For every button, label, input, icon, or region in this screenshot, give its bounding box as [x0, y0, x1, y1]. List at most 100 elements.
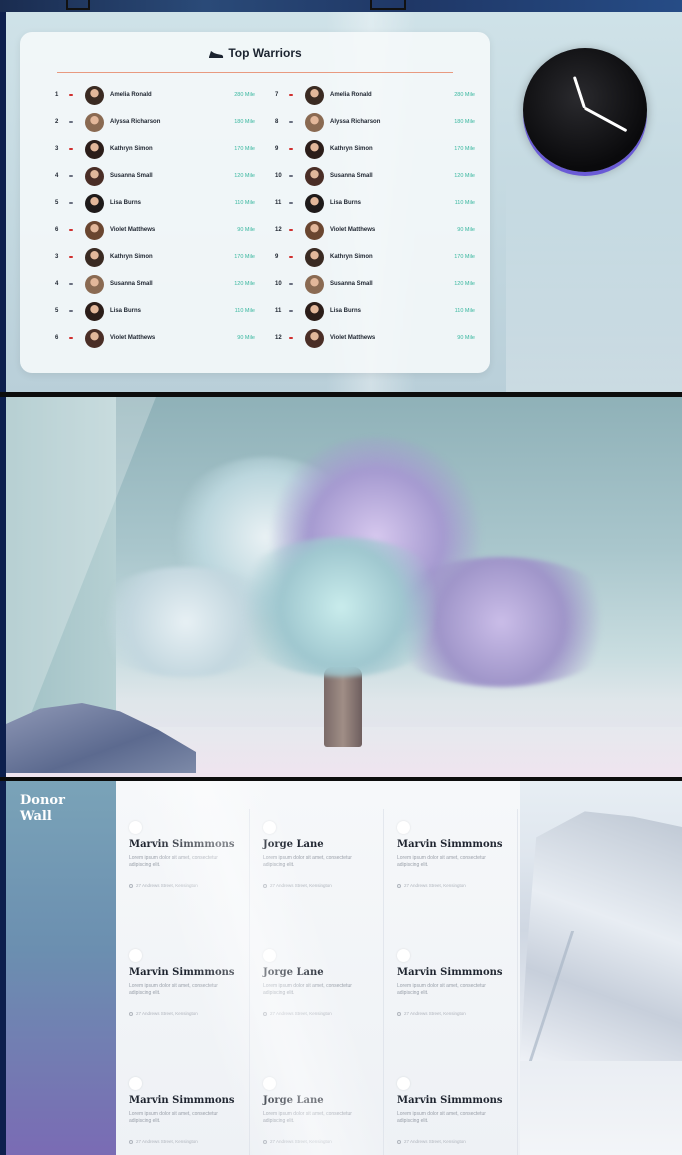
trend-icon: [69, 94, 73, 96]
trend-icon: [69, 337, 73, 339]
trend-icon: [69, 229, 73, 231]
warrior-name: Violet Matthews: [110, 335, 156, 341]
warrior-miles: 170 Mile: [234, 146, 255, 152]
warrior-name: Kathryn Simon: [110, 146, 153, 152]
donor-name: Marvin Simmmons: [129, 1095, 235, 1106]
warrior-miles: 90 Mile: [457, 227, 475, 233]
donor-address-text: 27 Andrews Street, Kensington: [404, 883, 466, 888]
warrior-miles: 90 Mile: [457, 335, 475, 341]
avatar: [85, 85, 104, 105]
rank-number: 10: [275, 173, 282, 179]
rank-number: 12: [275, 227, 282, 233]
donor-description: Lorem ipsum dolor sit amet, consectetur …: [129, 1111, 218, 1124]
trend-icon: [69, 202, 73, 204]
warrior-miles: 110 Mile: [234, 200, 255, 206]
donor-card: Marvin Simmmons Lorem ipsum dolor sit ame…: [384, 1065, 518, 1155]
warrior-name: Kathryn Simon: [110, 254, 153, 260]
warrior-name: Susanna Small: [330, 281, 373, 287]
clock-widget: [523, 48, 647, 172]
donor-avatar: [397, 949, 410, 962]
leaderboard-row: 12 Violet Matthews 90 Mile: [275, 327, 475, 349]
warrior-miles: 170 Mile: [234, 254, 255, 260]
trend-icon: [69, 121, 73, 123]
light-glow: [506, 172, 682, 392]
warrior-miles: 280 Mile: [234, 92, 255, 98]
warrior-miles: 120 Mile: [234, 173, 255, 179]
leaderboard-row: 9 Kathryn Simon 170 Mile: [275, 246, 475, 268]
avatar: [305, 85, 324, 105]
trend-icon: [289, 175, 293, 177]
tree-scene: [6, 397, 682, 777]
leaderboard-row: 6 Violet Matthews 90 Mile: [55, 219, 255, 241]
trend-icon: [289, 202, 293, 204]
donor-wall-title-line1: Donor: [20, 793, 65, 808]
donor-address: 27 Andrews Street, Kensington: [129, 1011, 198, 1016]
rank-number: 3: [55, 254, 59, 260]
location-pin-icon: [397, 1012, 401, 1016]
trend-icon: [69, 256, 73, 258]
avatar: [85, 166, 104, 186]
trend-icon: [289, 310, 293, 312]
trend-icon: [289, 283, 293, 285]
donor-avatar: [129, 949, 142, 962]
avatar: [85, 247, 104, 267]
trend-icon: [289, 94, 293, 96]
leaderboard-row: 2 Alyssa Richarson 180 Mile: [55, 111, 255, 133]
donor-wall-screen: Donor Wall Marvin Simmmons Lorem ipsum do…: [6, 781, 682, 1155]
trend-icon: [289, 148, 293, 150]
donor-avatar: [129, 1077, 142, 1090]
trend-icon: [289, 229, 293, 231]
leaderboard-row: 6 Violet Matthews 90 Mile: [55, 327, 255, 349]
signage-mockup: Top Warriors 1 Amelia Ronald 280 Mile 2 Alys…: [0, 0, 682, 1155]
leaderboard-card: Top Warriors 1 Amelia Ronald 280 Mile 2 Alys…: [20, 32, 490, 373]
tree-canopy: [226, 537, 456, 677]
frame-edge: [370, 0, 406, 10]
warrior-name: Violet Matthews: [330, 335, 376, 341]
trend-icon: [69, 148, 73, 150]
warrior-name: Kathryn Simon: [330, 254, 373, 260]
warrior-miles: 90 Mile: [237, 227, 255, 233]
warrior-name: Alyssa Richarson: [330, 119, 381, 125]
rank-number: 4: [55, 173, 59, 179]
leaderboard-row: 10 Susanna Small 120 Mile: [275, 165, 475, 187]
donor-address: 27 Andrews Street, Kensington: [397, 1011, 466, 1016]
leaderboard-row: 3 Kathryn Simon 170 Mile: [55, 138, 255, 160]
avatar: [305, 274, 324, 294]
donor-avatar: [397, 1077, 410, 1090]
warrior-name: Lisa Burns: [110, 200, 142, 206]
rank-number: 7: [275, 92, 279, 98]
warrior-name: Amelia Ronald: [110, 92, 152, 98]
avatar: [85, 220, 104, 240]
donor-wall-title-line2: Wall: [20, 809, 52, 824]
donor-card: Marvin Simmmons Lorem ipsum dolor sit ame…: [384, 937, 518, 1065]
location-pin-icon: [129, 1140, 133, 1144]
warrior-name: Alyssa Richarson: [110, 119, 161, 125]
rank-number: 12: [275, 335, 282, 341]
top-strip: [0, 0, 682, 12]
leaderboard-row: 8 Alyssa Richarson 180 Mile: [275, 111, 475, 133]
leaderboard-row: 12 Violet Matthews 90 Mile: [275, 219, 475, 241]
leaderboard-row: 5 Lisa Burns 110 Mile: [55, 192, 255, 214]
warrior-miles: 110 Mile: [454, 308, 475, 314]
donor-wall-title: Donor Wall: [20, 793, 65, 825]
donor-description: Lorem ipsum dolor sit amet, consectetur …: [397, 983, 486, 996]
clock-hour-hand: [583, 106, 628, 133]
rank-number: 11: [275, 308, 282, 314]
warrior-miles: 120 Mile: [454, 173, 475, 179]
trend-icon: [69, 283, 73, 285]
leaderboard-row: 11 Lisa Burns 110 Mile: [275, 192, 475, 214]
avatar: [305, 193, 324, 213]
warrior-name: Susanna Small: [110, 281, 153, 287]
leaderboard-row: 10 Susanna Small 120 Mile: [275, 273, 475, 295]
rank-number: 9: [275, 146, 279, 152]
rank-number: 6: [55, 335, 59, 341]
trend-icon: [289, 121, 293, 123]
rank-number: 5: [55, 200, 59, 206]
warrior-miles: 90 Mile: [237, 335, 255, 341]
warrior-miles: 280 Mile: [454, 92, 475, 98]
snow-rock-image: [520, 781, 682, 1155]
leaderboard-row: 1 Amelia Ronald 280 Mile: [55, 84, 255, 106]
rock: [6, 703, 196, 773]
warrior-miles: 120 Mile: [454, 281, 475, 287]
donor-address-text: 27 Andrews Street, Kensington: [136, 1139, 198, 1144]
